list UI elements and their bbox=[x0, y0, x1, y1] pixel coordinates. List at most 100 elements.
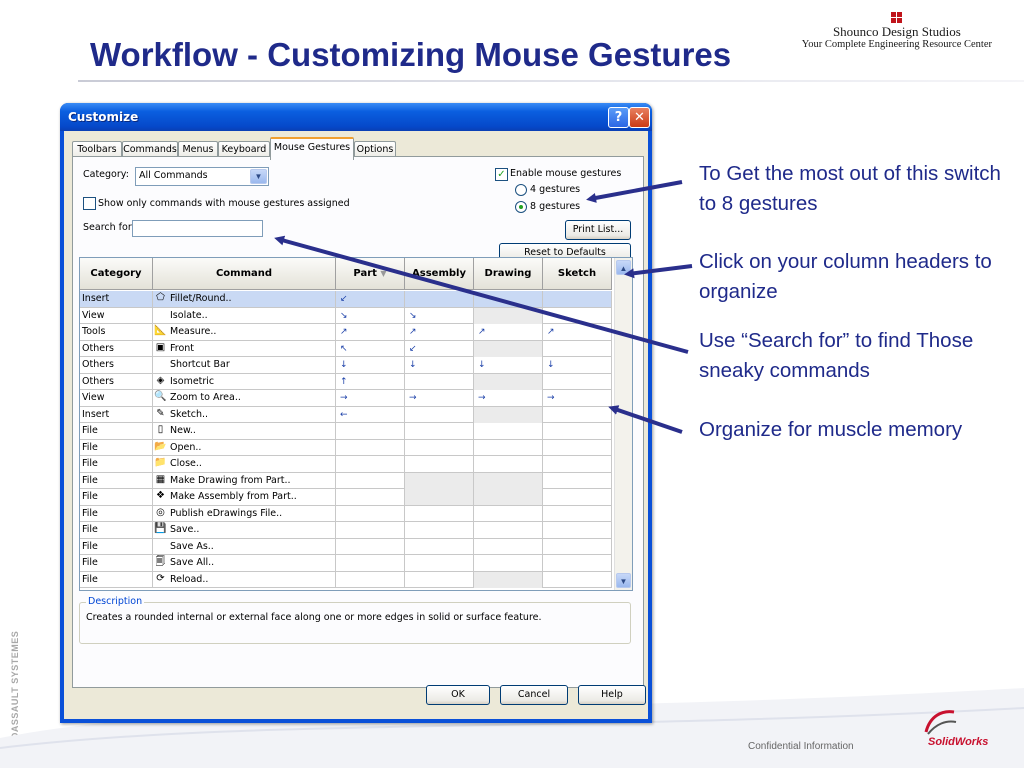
table-row[interactable]: File 📁 Close.. bbox=[80, 456, 612, 473]
cell-gesture-assembly[interactable] bbox=[405, 423, 474, 439]
cell-gesture-sketch[interactable] bbox=[543, 571, 612, 588]
cell-category[interactable]: View bbox=[80, 307, 153, 324]
cell-gesture-sketch[interactable] bbox=[543, 439, 612, 456]
cell-gesture-drawing[interactable] bbox=[474, 307, 543, 324]
cell-category[interactable]: File bbox=[80, 472, 153, 489]
cell-gesture-drawing[interactable] bbox=[474, 373, 543, 390]
cell-gesture-drawing[interactable] bbox=[474, 472, 543, 489]
cell-gesture-part[interactable]: ↑ bbox=[336, 373, 405, 390]
scroll-down-icon[interactable]: ▼ bbox=[616, 573, 631, 588]
cancel-button[interactable]: Cancel bbox=[500, 685, 568, 705]
tab-mouse-gestures[interactable]: Mouse Gestures bbox=[270, 137, 354, 160]
search-input[interactable] bbox=[132, 220, 263, 237]
table-row[interactable]: View 🔍 Zoom to Area.. → → → → bbox=[80, 390, 612, 407]
cell-gesture-assembly[interactable]: ↙ bbox=[405, 340, 474, 357]
cell-category[interactable]: File bbox=[80, 571, 153, 588]
cell-gesture-assembly[interactable]: ↗ bbox=[405, 324, 474, 340]
cell-gesture-sketch[interactable] bbox=[543, 505, 612, 522]
cell-gesture-sketch[interactable] bbox=[543, 472, 612, 489]
cell-gesture-part[interactable] bbox=[336, 489, 405, 505]
cell-gesture-drawing[interactable] bbox=[474, 505, 543, 522]
table-row[interactable]: File ▦ Make Drawing from Part.. bbox=[80, 472, 612, 489]
column-header-drawing[interactable]: Drawing bbox=[474, 258, 543, 290]
cell-category[interactable]: File bbox=[80, 538, 153, 555]
column-header-part[interactable]: Part ▼ bbox=[336, 258, 405, 290]
cell-gesture-drawing[interactable] bbox=[474, 291, 543, 307]
cell-command[interactable]: ▯ New.. bbox=[153, 423, 336, 439]
cell-gesture-part[interactable]: ↓ bbox=[336, 357, 405, 373]
enable-gestures-checkbox[interactable]: ✓ bbox=[495, 168, 508, 181]
cell-gesture-drawing[interactable]: → bbox=[474, 390, 543, 406]
cell-command[interactable]: Isolate.. bbox=[153, 307, 336, 324]
cell-category[interactable]: File bbox=[80, 555, 153, 571]
cell-command[interactable]: 🔍 Zoom to Area.. bbox=[153, 390, 336, 406]
cell-gesture-part[interactable] bbox=[336, 571, 405, 588]
cell-gesture-sketch[interactable] bbox=[543, 538, 612, 555]
cell-gesture-sketch[interactable]: ↓ bbox=[543, 357, 612, 373]
table-row[interactable]: File Save As.. bbox=[80, 538, 612, 555]
cell-command[interactable]: ❖ Make Assembly from Part.. bbox=[153, 489, 336, 505]
cell-gesture-drawing[interactable]: ↓ bbox=[474, 357, 543, 373]
table-row[interactable]: File ▯ New.. bbox=[80, 423, 612, 440]
cell-category[interactable]: Tools bbox=[80, 324, 153, 340]
cell-gesture-part[interactable]: ↙ bbox=[336, 291, 405, 307]
cell-category[interactable]: Others bbox=[80, 373, 153, 390]
cell-gesture-assembly[interactable] bbox=[405, 406, 474, 423]
print-list-button[interactable]: Print List... bbox=[565, 220, 631, 240]
cell-gesture-assembly[interactable] bbox=[405, 571, 474, 588]
table-row[interactable]: View Isolate.. ↘ ↘ bbox=[80, 307, 612, 324]
cell-command[interactable]: ◎ Publish eDrawings File.. bbox=[153, 505, 336, 522]
table-row[interactable]: File ❖ Make Assembly from Part.. bbox=[80, 489, 612, 506]
cell-gesture-assembly[interactable] bbox=[405, 472, 474, 489]
cell-gesture-part[interactable] bbox=[336, 456, 405, 472]
cell-command[interactable]: Shortcut Bar bbox=[153, 357, 336, 373]
table-row[interactable]: Others ◈ Isometric ↑ bbox=[80, 373, 612, 390]
cell-category[interactable]: Others bbox=[80, 357, 153, 373]
cell-category[interactable]: Insert bbox=[80, 406, 153, 423]
cell-gesture-drawing[interactable] bbox=[474, 456, 543, 472]
dialog-titlebar[interactable]: Customize ? ✕ bbox=[60, 103, 652, 131]
cell-gesture-drawing[interactable] bbox=[474, 555, 543, 571]
cell-command[interactable]: ⬠ Fillet/Round.. bbox=[153, 291, 336, 307]
cell-gesture-assembly[interactable] bbox=[405, 522, 474, 538]
cell-gesture-assembly[interactable] bbox=[405, 538, 474, 555]
cell-gesture-sketch[interactable] bbox=[543, 522, 612, 538]
table-row[interactable]: File 📂 Open.. bbox=[80, 439, 612, 456]
cell-gesture-part[interactable]: ↘ bbox=[336, 307, 405, 324]
cell-gesture-part[interactable] bbox=[336, 423, 405, 439]
cell-gesture-assembly[interactable] bbox=[405, 555, 474, 571]
table-row[interactable]: File ⟳ Reload.. bbox=[80, 571, 612, 588]
cell-gesture-part[interactable] bbox=[336, 522, 405, 538]
cell-gesture-assembly[interactable] bbox=[405, 489, 474, 505]
cell-category[interactable]: View bbox=[80, 390, 153, 406]
cell-command[interactable]: 📐 Measure.. bbox=[153, 324, 336, 340]
cell-gesture-assembly[interactable]: ↘ bbox=[405, 307, 474, 324]
cell-command[interactable]: 🗐 Save All.. bbox=[153, 555, 336, 571]
cell-gesture-sketch[interactable] bbox=[543, 489, 612, 505]
ok-button[interactable]: OK bbox=[426, 685, 490, 705]
cell-gesture-part[interactable] bbox=[336, 472, 405, 489]
table-row[interactable]: File 💾 Save.. bbox=[80, 522, 612, 539]
cell-gesture-drawing[interactable] bbox=[474, 340, 543, 357]
cell-command[interactable]: ◈ Isometric bbox=[153, 373, 336, 390]
chevron-down-icon[interactable]: ▼ bbox=[250, 169, 267, 184]
cell-command[interactable]: 📂 Open.. bbox=[153, 439, 336, 456]
cell-gesture-sketch[interactable] bbox=[543, 423, 612, 439]
cell-gesture-drawing[interactable] bbox=[474, 439, 543, 456]
cell-category[interactable]: Others bbox=[80, 340, 153, 357]
scroll-up-icon[interactable]: ▲ bbox=[616, 260, 631, 275]
cell-category[interactable]: File bbox=[80, 456, 153, 472]
cell-gesture-sketch[interactable] bbox=[543, 456, 612, 472]
table-row[interactable]: Others ▣ Front ↖ ↙ bbox=[80, 340, 612, 357]
cell-gesture-assembly[interactable] bbox=[405, 373, 474, 390]
radio-8-gestures[interactable] bbox=[515, 201, 527, 213]
table-row[interactable]: Insert ⬠ Fillet/Round.. ↙ bbox=[80, 291, 612, 308]
cell-gesture-part[interactable]: → bbox=[336, 390, 405, 406]
cell-gesture-sketch[interactable]: → bbox=[543, 390, 612, 406]
cell-gesture-part[interactable] bbox=[336, 538, 405, 555]
cell-gesture-part[interactable]: ↖ bbox=[336, 340, 405, 357]
table-row[interactable]: Others Shortcut Bar ↓ ↓ ↓ ↓ bbox=[80, 357, 612, 374]
cell-gesture-drawing[interactable] bbox=[474, 489, 543, 505]
cell-gesture-sketch[interactable] bbox=[543, 340, 612, 357]
cell-gesture-drawing[interactable]: ↗ bbox=[474, 324, 543, 340]
